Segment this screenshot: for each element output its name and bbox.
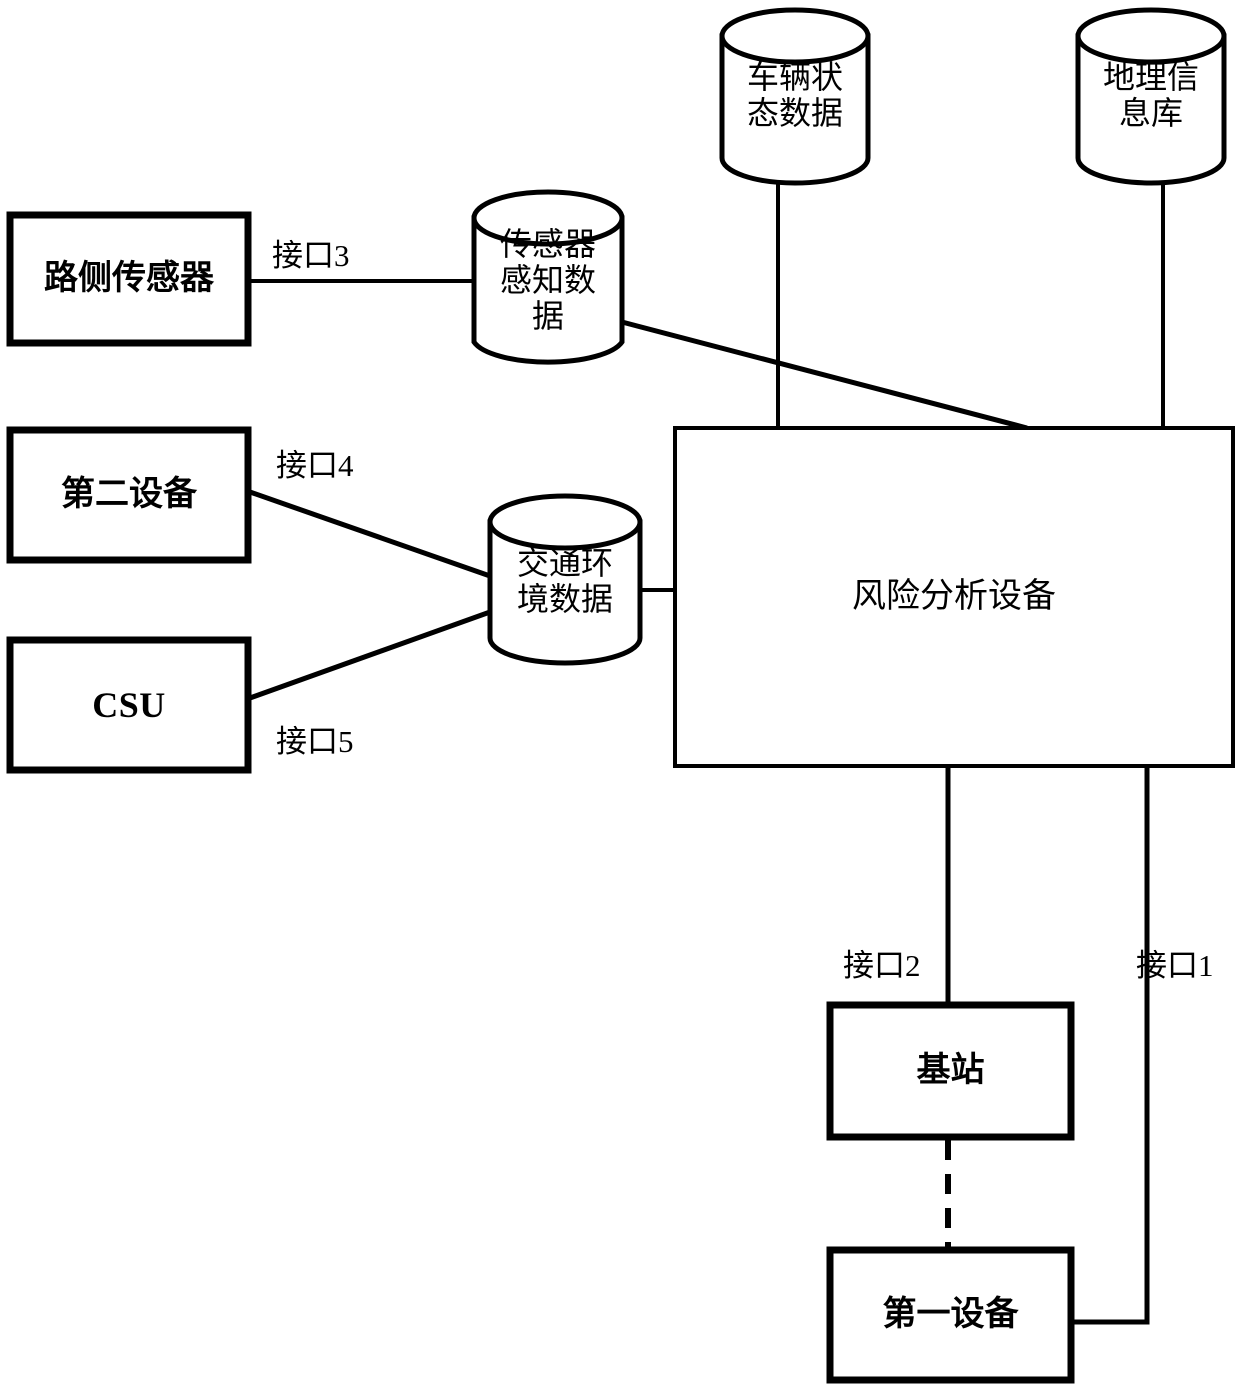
edge-sensor-data-to-risk-device <box>621 319 1028 431</box>
diagram-vector-layer <box>6 7 1235 1384</box>
node-geographic-information-db[interactable] <box>1075 7 1227 186</box>
node-risk-analysis-device[interactable] <box>673 426 1235 768</box>
node-vehicle-status-data[interactable] <box>719 7 871 186</box>
edge-risk-device-to-first-device <box>1071 766 1150 1325</box>
diagram-canvas: 路侧传感器 第二设备 CSU 风险分析设备 基站 第一设备 传感器 感知数 据 … <box>0 0 1240 1386</box>
node-csu[interactable] <box>6 636 252 774</box>
node-base-station[interactable] <box>826 1001 1075 1141</box>
node-second-device[interactable] <box>6 426 252 564</box>
node-traffic-environment-data[interactable] <box>487 493 643 666</box>
node-sensor-perception-data[interactable] <box>471 189 625 365</box>
edge-second-device-to-traffic-data <box>249 489 491 579</box>
node-first-device[interactable] <box>826 1246 1075 1384</box>
edge-csu-to-traffic-data <box>249 609 491 701</box>
node-roadside-sensor[interactable] <box>6 211 252 347</box>
